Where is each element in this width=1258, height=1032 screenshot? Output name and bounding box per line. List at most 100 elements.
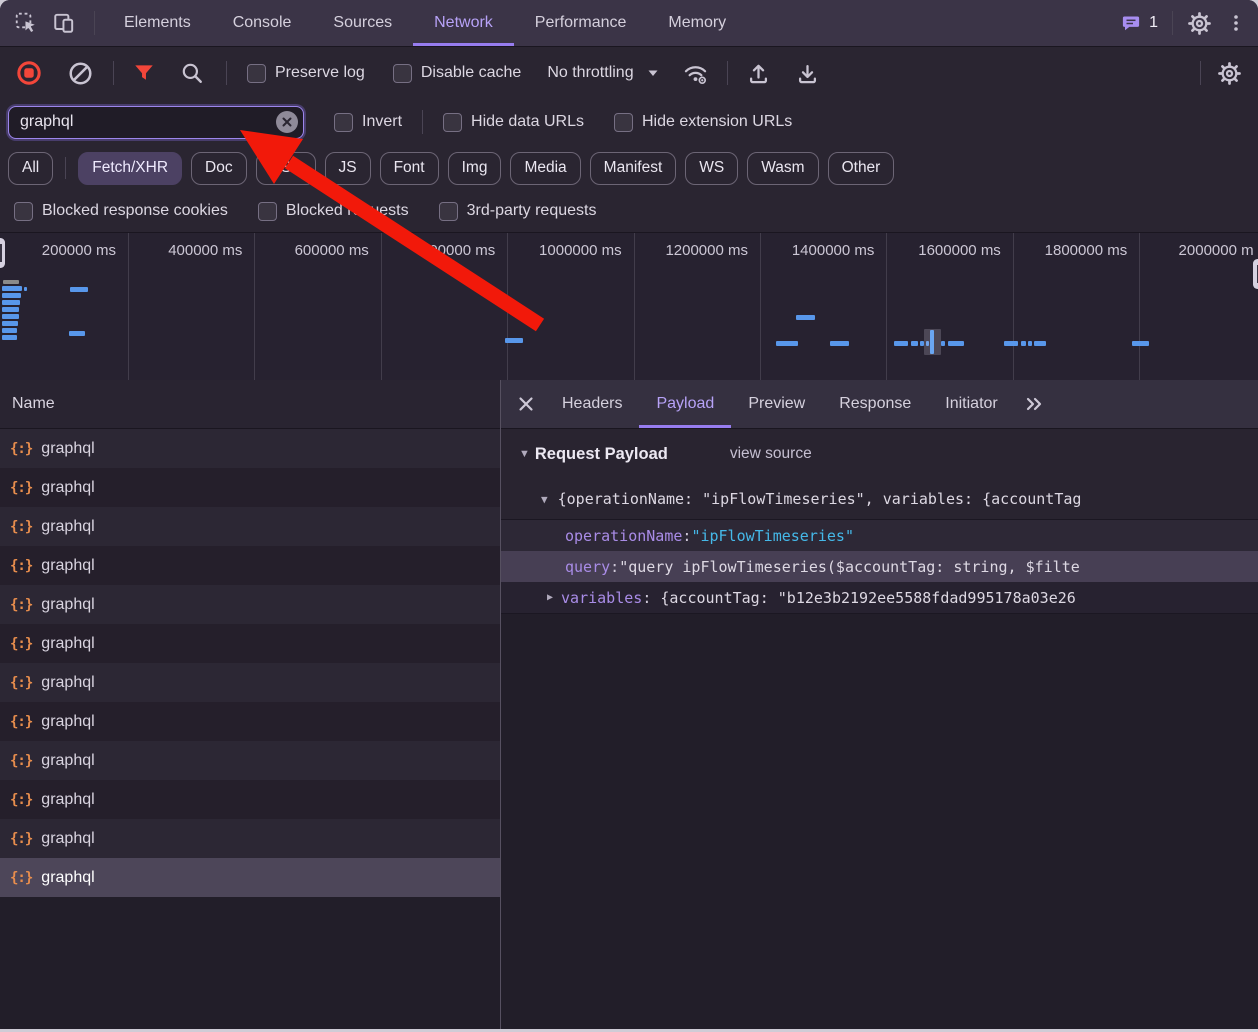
checkbox-box[interactable]	[14, 202, 33, 221]
network-conditions-icon[interactable]	[682, 60, 709, 87]
resource-type-chips: All Fetch/XHR Doc CSS JS Font ImgMedia Manifest…	[0, 146, 1258, 190]
preserve-log-checkbox[interactable]: Preserve log	[247, 64, 365, 83]
request-timing-bar	[1028, 341, 1032, 346]
hide-data-urls-checkbox[interactable]: Hide data URLs	[443, 113, 584, 132]
more-options-icon[interactable]	[1226, 12, 1246, 34]
requests-list: {:}graphql{:}graphql{:}graphql{:}graphql…	[0, 429, 500, 897]
request-row[interactable]: {:}graphql	[0, 507, 500, 546]
request-row[interactable]: {:}graphql	[0, 585, 500, 624]
clear-filter-icon[interactable]	[276, 111, 298, 133]
checkbox-box[interactable]	[247, 64, 266, 83]
filter-input[interactable]	[8, 106, 304, 139]
fetch-xhr-icon: {:}	[10, 714, 32, 730]
chip-js[interactable]: JS	[325, 152, 371, 185]
request-row[interactable]: {:}graphql	[0, 702, 500, 741]
hide-extension-urls-checkbox[interactable]: Hide extension URLs	[614, 113, 792, 132]
request-row[interactable]: {:}graphql	[0, 819, 500, 858]
request-name: graphql	[41, 440, 94, 458]
checkbox-box[interactable]	[439, 202, 458, 221]
details-tab-preview[interactable]: Preview	[731, 380, 822, 428]
request-payload-section-header[interactable]: ▼ Request Payload view source	[501, 429, 1258, 479]
view-source-link[interactable]: view source	[730, 445, 812, 463]
chip-all[interactable]: All	[8, 152, 53, 185]
checkbox-box[interactable]	[443, 113, 462, 132]
overview-left-grip[interactable]	[0, 238, 5, 268]
device-toolbar-icon[interactable]	[52, 11, 76, 35]
checkbox-box[interactable]	[258, 202, 277, 221]
throttling-select[interactable]: No throttling	[547, 64, 659, 82]
chip-css[interactable]: CSS	[256, 152, 316, 185]
export-har-icon[interactable]	[795, 61, 820, 86]
expand-triangle-icon[interactable]: ▶	[547, 592, 553, 603]
tab-memory[interactable]: Memory	[647, 0, 747, 46]
fetch-xhr-icon: {:}	[10, 558, 32, 574]
close-details-icon[interactable]	[511, 380, 545, 428]
payload-operation-row[interactable]: operationName: "ipFlowTimeseries"	[501, 519, 1258, 551]
disable-cache-checkbox[interactable]: Disable cache	[393, 64, 522, 83]
timeline-gridline	[507, 233, 508, 381]
name-column-header[interactable]: Name	[0, 380, 500, 429]
checkbox-label: Preserve log	[275, 64, 365, 82]
chip-manifest[interactable]: Manifest	[590, 152, 677, 185]
request-row[interactable]: {:}graphql	[0, 741, 500, 780]
tab-console[interactable]: Console	[212, 0, 313, 46]
request-name: graphql	[41, 830, 94, 848]
settings-gear-icon[interactable]	[1187, 11, 1212, 36]
chip-fetch-xhr[interactable]: Fetch/XHR	[78, 152, 182, 185]
request-row[interactable]: {:}graphql	[0, 624, 500, 663]
request-row[interactable]: {:}graphql	[0, 858, 500, 897]
network-settings-gear-icon[interactable]	[1217, 61, 1242, 86]
checkbox-box[interactable]	[614, 113, 633, 132]
filter-icon[interactable]	[132, 61, 156, 85]
tab-network[interactable]: Network	[413, 0, 514, 46]
network-overview-timeline[interactable]: 200000 ms400000 ms600000 ms800000 ms1000…	[0, 232, 1258, 382]
details-tab-initiator[interactable]: Initiator	[928, 380, 1014, 428]
request-timing-bar	[69, 331, 85, 336]
request-timing-bar	[776, 341, 798, 346]
tab-performance[interactable]: Performance	[514, 0, 648, 46]
chip-doc[interactable]: Doc	[191, 152, 247, 185]
request-row[interactable]: {:}graphql	[0, 468, 500, 507]
chip-img[interactable]: Img	[448, 152, 502, 185]
chip-other[interactable]: Other	[828, 152, 895, 185]
details-tabbar: HeadersPayloadPreviewResponseInitiator	[501, 380, 1258, 429]
collapse-triangle-icon[interactable]: ▼	[519, 448, 530, 460]
divider	[422, 110, 423, 134]
details-tab-payload[interactable]: Payload	[639, 380, 731, 428]
details-tab-response[interactable]: Response	[822, 380, 928, 428]
record-network-log-icon[interactable]	[16, 60, 42, 86]
details-tab-headers[interactable]: Headers	[545, 380, 639, 428]
third-party-requests-checkbox[interactable]: 3rd-party requests	[439, 202, 597, 221]
invert-checkbox[interactable]: Invert	[334, 113, 402, 132]
section-title: Request Payload	[535, 445, 668, 464]
timeline-tick-label: 200000 ms	[42, 242, 116, 259]
chip-ws[interactable]: WS	[685, 152, 738, 185]
overview-right-grip[interactable]	[1253, 259, 1258, 289]
payload-summary-row[interactable]: ▼ {operationName: "ipFlowTimeseries", va…	[501, 479, 1258, 519]
request-row[interactable]: {:}graphql	[0, 429, 500, 468]
payload-variables-row[interactable]: ▶ variables: {accountTag: "b12e3b2192ee5…	[501, 582, 1258, 614]
payload-query-row[interactable]: query: "query ipFlowTimeseries($accountT…	[501, 551, 1258, 582]
chip-font[interactable]: Font	[380, 152, 439, 185]
request-row[interactable]: {:}graphql	[0, 780, 500, 819]
search-icon[interactable]	[180, 61, 204, 85]
collapse-triangle-icon[interactable]: ▼	[541, 493, 548, 506]
more-details-tabs-icon[interactable]	[1015, 380, 1053, 428]
tab-elements[interactable]: Elements	[103, 0, 212, 46]
checkbox-box[interactable]	[393, 64, 412, 83]
fetch-xhr-icon: {:}	[10, 675, 32, 691]
request-row[interactable]: {:}graphql	[0, 663, 500, 702]
import-har-icon[interactable]	[746, 61, 771, 86]
tab-sources[interactable]: Sources	[312, 0, 413, 46]
issues-badge[interactable]: 1	[1120, 12, 1158, 34]
request-timing-bar	[911, 341, 918, 346]
clear-network-log-icon[interactable]	[68, 61, 93, 86]
chip-media[interactable]: Media	[510, 152, 580, 185]
request-row[interactable]: {:}graphql	[0, 546, 500, 585]
inspect-element-icon[interactable]	[14, 11, 38, 35]
checkbox-box[interactable]	[334, 113, 353, 132]
blocked-requests-checkbox[interactable]: Blocked requests	[258, 202, 409, 221]
fetch-xhr-icon: {:}	[10, 636, 32, 652]
chip-wasm[interactable]: Wasm	[747, 152, 818, 185]
blocked-response-cookies-checkbox[interactable]: Blocked response cookies	[14, 202, 228, 221]
